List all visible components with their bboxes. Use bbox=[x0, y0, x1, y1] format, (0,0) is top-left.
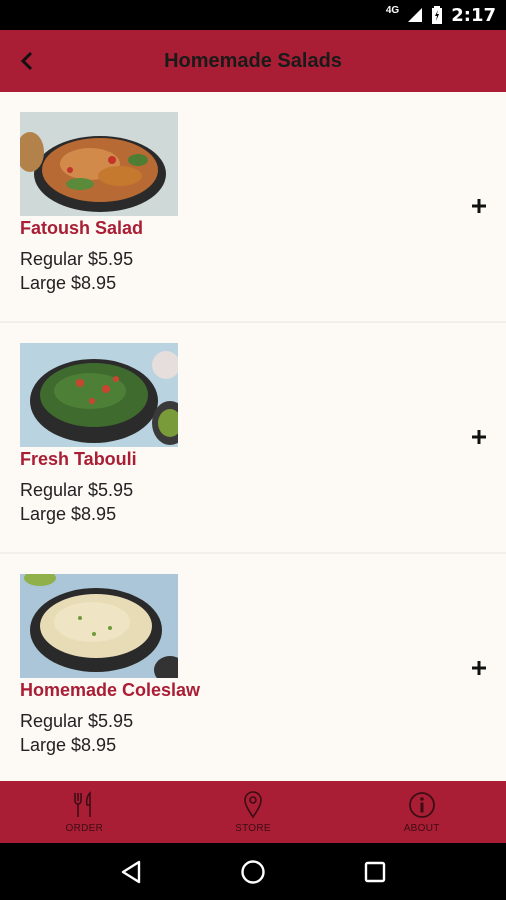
nav-about-label: ABOUT bbox=[403, 822, 440, 834]
plus-icon bbox=[472, 661, 486, 675]
homemade-coleslaw-image bbox=[20, 574, 178, 678]
recents-square-icon bbox=[364, 861, 386, 882]
nav-about[interactable]: ABOUT bbox=[337, 781, 506, 843]
battery-icon bbox=[432, 6, 443, 24]
status-bar: 4G 2:17 bbox=[0, 0, 506, 30]
back-arrow-icon bbox=[20, 51, 33, 71]
item-name: Fresh Tabouli bbox=[20, 449, 137, 469]
back-triangle-icon bbox=[121, 860, 141, 883]
add-button[interactable] bbox=[468, 195, 490, 217]
large-price: Large $8.95 bbox=[20, 504, 117, 524]
back-button[interactable] bbox=[14, 48, 40, 74]
nav-store-label: STORE bbox=[235, 822, 271, 834]
plus-icon bbox=[472, 430, 486, 444]
location-pin-icon bbox=[244, 790, 262, 818]
info-icon bbox=[408, 791, 435, 818]
system-back-button[interactable] bbox=[111, 852, 151, 892]
page-title: Homemade Salads bbox=[164, 49, 342, 72]
nav-store[interactable]: STORE bbox=[169, 781, 338, 843]
plus-icon bbox=[472, 199, 486, 213]
nav-order[interactable]: ORDER bbox=[0, 781, 169, 843]
large-price: Large $8.95 bbox=[20, 735, 117, 755]
menu-list[interactable]: Fatoush Salad Regular $5.95 Large $8.95 … bbox=[0, 92, 506, 781]
regular-price: Regular $5.95 bbox=[20, 711, 134, 731]
item-name: Homemade Coleslaw bbox=[20, 680, 201, 700]
home-circle-icon bbox=[241, 859, 265, 884]
regular-price: Regular $5.95 bbox=[20, 480, 134, 500]
network-indicator: 4G bbox=[385, 4, 400, 16]
app-bar: Homemade Salads bbox=[0, 30, 506, 92]
list-item[interactable]: Homemade Coleslaw Regular $5.95 Large $8… bbox=[0, 554, 506, 781]
nav-order-label: ORDER bbox=[65, 822, 104, 834]
system-recents-button[interactable] bbox=[355, 852, 395, 892]
add-button[interactable] bbox=[468, 657, 490, 679]
regular-price: Regular $5.95 bbox=[20, 249, 134, 269]
fork-knife-icon bbox=[74, 790, 92, 817]
fatoush-salad-image bbox=[20, 112, 178, 216]
add-button[interactable] bbox=[468, 426, 490, 448]
item-name: Fatoush Salad bbox=[20, 218, 144, 238]
large-price: Large $8.95 bbox=[20, 273, 117, 293]
list-item[interactable]: Fatoush Salad Regular $5.95 Large $8.95 bbox=[0, 92, 506, 323]
fresh-tabouli-image bbox=[20, 343, 178, 447]
list-item[interactable]: Fresh Tabouli Regular $5.95 Large $8.95 bbox=[0, 323, 506, 554]
system-nav-bar bbox=[0, 843, 506, 900]
bottom-nav: ORDER STORE ABOUT bbox=[0, 781, 506, 843]
signal-icon bbox=[408, 8, 423, 22]
clock: 2:17 bbox=[451, 4, 496, 26]
system-home-button[interactable] bbox=[233, 852, 273, 892]
